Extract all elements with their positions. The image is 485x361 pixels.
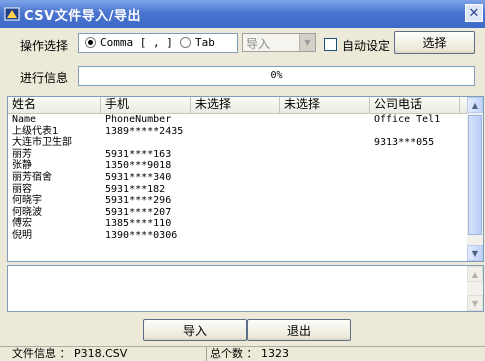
table-row[interactable] (8, 242, 468, 253)
status-total-count: 总个数 ： 1323 (210, 347, 289, 360)
scroll-up-button[interactable]: ▲ (467, 97, 483, 113)
cell-mobile: PhoneNumber (105, 114, 172, 125)
mode-select-value: 导入 (246, 37, 271, 51)
column-header-unselected-1[interactable]: 未选择 (191, 97, 280, 113)
select-button[interactable]: 选择 (394, 31, 475, 54)
close-button[interactable]: ✕ (465, 4, 483, 22)
table-row[interactable]: 丽芳宿舍 5931****340 (8, 172, 468, 183)
select-button-label: 选择 (422, 36, 447, 50)
chevron-down-icon[interactable]: ▼ (299, 34, 315, 51)
exit-button[interactable]: 退出 (247, 319, 351, 341)
auto-set-checkbox[interactable] (324, 38, 337, 51)
column-header-office-tel[interactable]: 公司电话 (370, 97, 460, 113)
radio-tab-label[interactable]: Tab (195, 36, 215, 49)
table-row[interactable]: 倪明 1390****0306 (8, 230, 468, 241)
cell-name: 何晓波 (12, 206, 42, 218)
cell-name: Name (12, 114, 37, 125)
cell-mobile: 1350***9018 (105, 160, 172, 172)
radio-comma-label[interactable]: Comma [ , ] (100, 36, 173, 49)
close-icon: ✕ (468, 5, 480, 21)
cell-name: 丽容 (12, 183, 32, 195)
column-header-name[interactable]: 姓名 (8, 97, 101, 113)
auto-set-label[interactable]: 自动设定 (342, 37, 390, 54)
log-area[interactable]: ▲ ▼ (7, 265, 484, 312)
cell-mobile: 1389*****2435 (105, 125, 184, 137)
log-scroll-down-button[interactable]: ▼ (467, 295, 483, 311)
column-header-unselected-2[interactable]: 未选择 (280, 97, 370, 113)
cell-mobile: 5931****340 (105, 172, 172, 183)
data-table: 姓名 手机 未选择 未选择 公司电话 Name PhoneNumber Office… (7, 96, 484, 262)
exit-button-label: 退出 (286, 323, 311, 338)
title-bar[interactable]: CSV文件导入/导出 ✕ (0, 0, 485, 28)
import-button-label: 导入 (182, 323, 207, 338)
cell-name: 大连市卫生部 (12, 137, 72, 149)
chevron-up-icon: ▲ (471, 100, 479, 110)
status-bar: 文件信息 ： P318.CSV 总个数 ： 1323 (0, 346, 485, 361)
app-icon (4, 7, 20, 21)
cell-mobile: 5931****163 (105, 148, 172, 160)
delimiter-radio-group: Comma [ , ] Tab (78, 33, 238, 53)
radio-tab[interactable] (180, 37, 191, 48)
cell-office-tel: Office Tel1 (374, 114, 441, 125)
cell-name: 倪明 (12, 230, 32, 241)
log-scroll-up-button[interactable]: ▲ (467, 266, 483, 282)
cell-name: 张静 (12, 160, 32, 172)
table-body: Name PhoneNumber Office Tel1 上级代表1 1389*****… (8, 114, 468, 261)
cell-office-tel: 9313***055 (374, 137, 435, 149)
cell-name: 傅宏 (12, 218, 32, 230)
chevron-down-icon: ▼ (471, 298, 479, 308)
import-button[interactable]: 导入 (143, 319, 247, 341)
chevron-down-icon: ▼ (471, 248, 479, 258)
cell-mobile: 5931****207 (105, 206, 172, 218)
cell-name: 何晓宇 (12, 195, 42, 207)
table-header: 姓名 手机 未选择 未选择 公司电话 (8, 97, 468, 114)
table-scrollbar[interactable]: ▲ ▼ (467, 97, 483, 261)
window-title: CSV文件导入/导出 (24, 9, 141, 24)
table-row[interactable]: 张静 1350***9018 (8, 160, 468, 171)
radio-comma[interactable] (85, 37, 96, 48)
table-row[interactable]: 大连市卫生部 9313***055 (8, 137, 468, 148)
column-header-mobile[interactable]: 手机 (101, 97, 191, 113)
cell-mobile: 5931****296 (105, 195, 172, 207)
progress-text: 0% (270, 70, 283, 81)
table-row[interactable]: 丽容 5931***182 (8, 184, 468, 195)
table-row[interactable]: Name PhoneNumber Office Tel1 (8, 114, 468, 125)
table-row[interactable]: 丽芳 5931****163 (8, 149, 468, 160)
progress-label: 进行信息 (20, 71, 69, 85)
table-row[interactable]: 傅宏 1385****110 (8, 218, 468, 229)
operation-label: 操作选择 (20, 39, 69, 53)
cell-mobile: 5931***182 (105, 183, 166, 195)
cell-mobile: 1390****0306 (105, 230, 178, 241)
status-file-info: 文件信息 ： P318.CSV (12, 347, 128, 360)
table-row[interactable]: 上级代表1 1389*****2435 (8, 126, 468, 137)
chevron-up-icon: ▲ (471, 269, 479, 279)
table-row[interactable]: 何晓波 5931****207 (8, 207, 468, 218)
status-divider (206, 347, 207, 361)
table-row[interactable]: 何晓宇 5931****296 (8, 195, 468, 206)
cell-name: 丽芳 (12, 148, 32, 160)
progress-bar: 0% (78, 66, 475, 86)
cell-name: 丽芳宿舍 (12, 172, 52, 183)
scroll-thumb[interactable] (468, 115, 482, 235)
cell-mobile: 1385****110 (105, 218, 172, 230)
mode-select[interactable]: 导入 ▼ (242, 33, 316, 52)
log-scrollbar[interactable]: ▲ ▼ (467, 266, 483, 311)
csv-import-export-window: CSV文件导入/导出 ✕ 操作选择 Comma [ , ] Tab 导入 ▼ 自… (0, 0, 485, 361)
cell-name: 上级代表1 (12, 125, 59, 137)
scroll-down-button[interactable]: ▼ (467, 245, 483, 261)
